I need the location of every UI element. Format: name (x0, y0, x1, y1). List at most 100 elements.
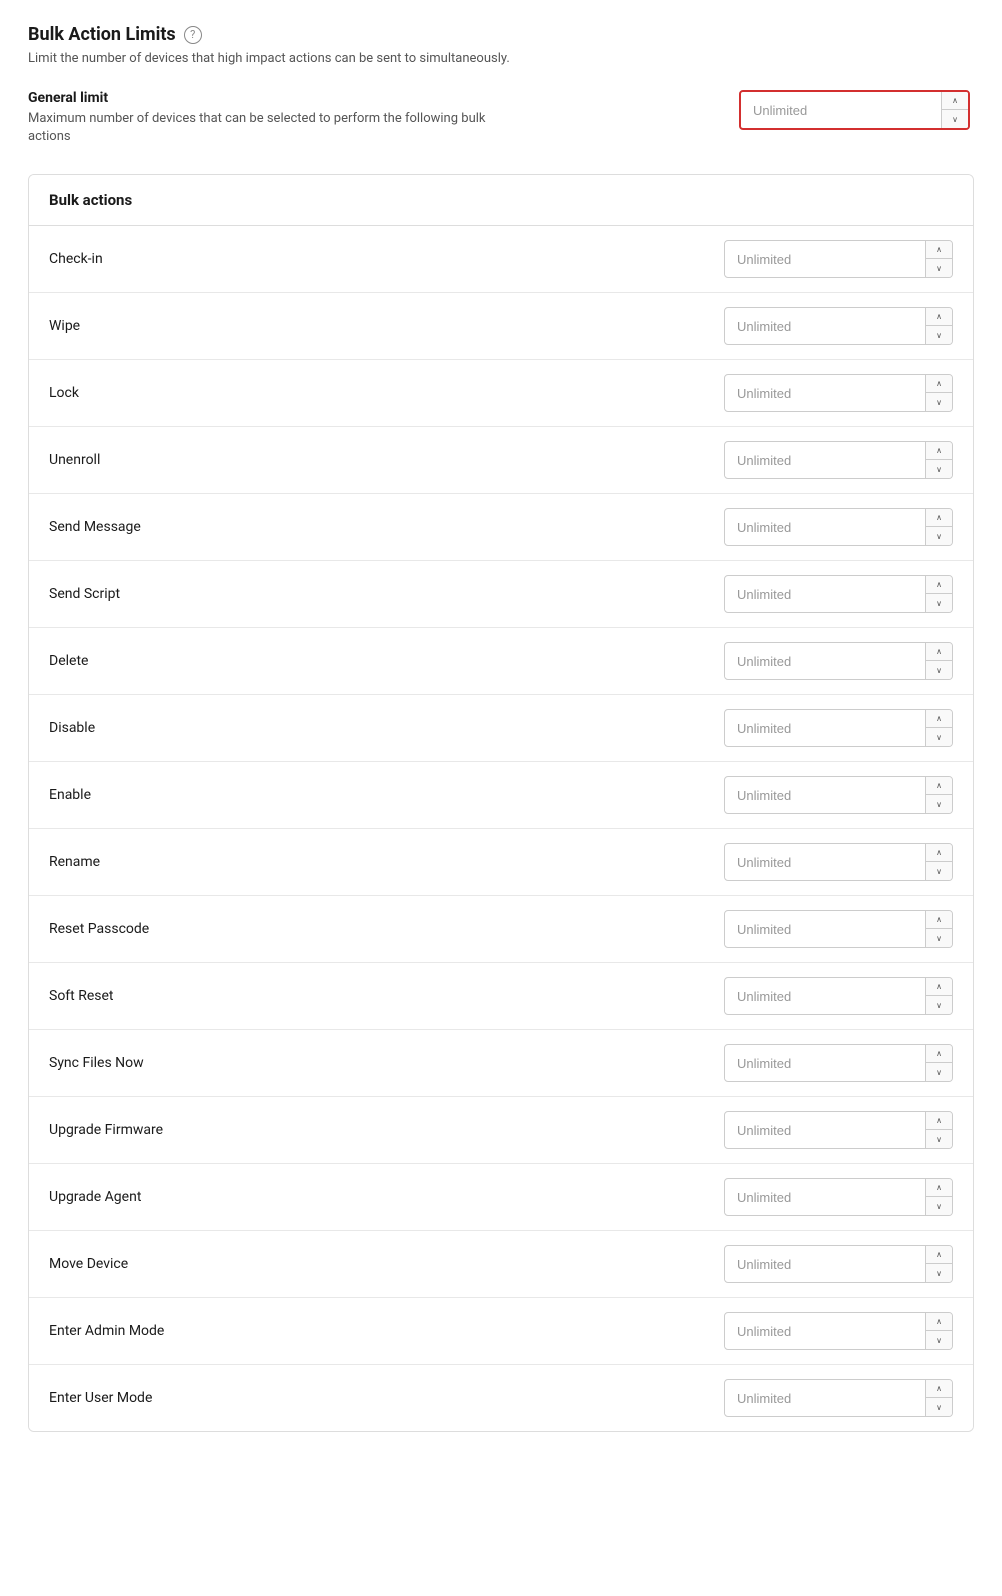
bulk-action-decrement[interactable]: ∨ (926, 795, 952, 813)
bulk-action-arrows: ∧∨ (925, 911, 952, 947)
bulk-action-increment[interactable]: ∧ (926, 1380, 952, 1398)
bulk-action-input[interactable] (725, 1249, 925, 1280)
general-limit-label: General limit (28, 90, 508, 106)
bulk-action-row: Check-in∧∨ (29, 226, 973, 293)
bulk-action-name: Wipe (49, 318, 80, 334)
bulk-action-name: Send Script (49, 586, 120, 602)
bulk-action-arrows: ∧∨ (925, 777, 952, 813)
general-limit-spinner[interactable]: ∧ ∨ (739, 90, 970, 130)
bulk-action-name: Unenroll (49, 452, 100, 468)
bulk-action-arrows: ∧∨ (925, 1045, 952, 1081)
bulk-action-row: Enter Admin Mode ∧∨ (29, 1298, 973, 1365)
bulk-action-spinner[interactable]: ∧∨ (724, 575, 953, 613)
bulk-action-spinner[interactable]: ∧∨ (724, 977, 953, 1015)
bulk-action-spinner[interactable]: ∧∨ (724, 1379, 953, 1417)
bulk-action-increment[interactable]: ∧ (926, 710, 952, 728)
general-limit-increment[interactable]: ∧ (942, 92, 968, 110)
bulk-action-increment[interactable]: ∧ (926, 1246, 952, 1264)
bulk-action-input[interactable] (725, 713, 925, 744)
bulk-action-row: Disable∧∨ (29, 695, 973, 762)
bulk-action-increment[interactable]: ∧ (926, 1045, 952, 1063)
bulk-action-increment[interactable]: ∧ (926, 308, 952, 326)
bulk-action-decrement[interactable]: ∨ (926, 929, 952, 947)
bulk-action-decrement[interactable]: ∨ (926, 594, 952, 612)
bulk-action-increment[interactable]: ∧ (926, 241, 952, 259)
bulk-action-decrement[interactable]: ∨ (926, 661, 952, 679)
bulk-action-spinner[interactable]: ∧∨ (724, 508, 953, 546)
bulk-action-decrement[interactable]: ∨ (926, 1331, 952, 1349)
general-limit-decrement[interactable]: ∨ (942, 110, 968, 128)
bulk-action-spinner[interactable]: ∧∨ (724, 240, 953, 278)
bulk-action-increment[interactable]: ∧ (926, 1313, 952, 1331)
bulk-action-decrement[interactable]: ∨ (926, 1197, 952, 1215)
bulk-action-increment[interactable]: ∧ (926, 442, 952, 460)
bulk-action-decrement[interactable]: ∨ (926, 326, 952, 344)
bulk-action-name: Enter Admin Mode (49, 1323, 164, 1339)
bulk-action-spinner[interactable]: ∧∨ (724, 1312, 953, 1350)
bulk-actions-section: Bulk actions Check-in∧∨Wipe∧∨Lock∧∨Unenr… (28, 174, 974, 1432)
bulk-action-decrement[interactable]: ∨ (926, 393, 952, 411)
bulk-action-spinner[interactable]: ∧∨ (724, 642, 953, 680)
bulk-action-decrement[interactable]: ∨ (926, 527, 952, 545)
bulk-action-increment[interactable]: ∧ (926, 844, 952, 862)
bulk-action-spinner[interactable]: ∧∨ (724, 374, 953, 412)
bulk-action-input[interactable] (725, 311, 925, 342)
bulk-action-increment[interactable]: ∧ (926, 643, 952, 661)
bulk-action-increment[interactable]: ∧ (926, 375, 952, 393)
general-limit-description: Maximum number of devices that can be se… (28, 110, 508, 146)
bulk-action-input[interactable] (725, 512, 925, 543)
bulk-action-decrement[interactable]: ∨ (926, 728, 952, 746)
bulk-action-decrement[interactable]: ∨ (926, 862, 952, 880)
bulk-action-spinner[interactable]: ∧∨ (724, 441, 953, 479)
bulk-action-input[interactable] (725, 1316, 925, 1347)
bulk-action-spinner[interactable]: ∧∨ (724, 1178, 953, 1216)
bulk-action-input[interactable] (725, 378, 925, 409)
bulk-action-increment[interactable]: ∧ (926, 1112, 952, 1130)
bulk-action-decrement[interactable]: ∨ (926, 460, 952, 478)
bulk-action-input[interactable] (725, 981, 925, 1012)
bulk-action-input[interactable] (725, 445, 925, 476)
help-icon[interactable]: ? (184, 26, 202, 44)
bulk-action-input[interactable] (725, 847, 925, 878)
bulk-action-decrement[interactable]: ∨ (926, 1130, 952, 1148)
bulk-action-row: Send Script ∧∨ (29, 561, 973, 628)
bulk-action-increment[interactable]: ∧ (926, 1179, 952, 1197)
bulk-action-input[interactable] (725, 780, 925, 811)
bulk-action-decrement[interactable]: ∨ (926, 1063, 952, 1081)
general-limit-input[interactable] (741, 95, 941, 126)
bulk-action-increment[interactable]: ∧ (926, 911, 952, 929)
bulk-action-input[interactable] (725, 1182, 925, 1213)
bulk-action-increment[interactable]: ∧ (926, 777, 952, 795)
general-limit-arrows: ∧ ∨ (941, 92, 968, 128)
bulk-action-input[interactable] (725, 579, 925, 610)
bulk-action-spinner[interactable]: ∧∨ (724, 843, 953, 881)
bulk-action-decrement[interactable]: ∨ (926, 1398, 952, 1416)
bulk-action-spinner[interactable]: ∧∨ (724, 910, 953, 948)
bulk-action-row: Send Message∧∨ (29, 494, 973, 561)
bulk-action-decrement[interactable]: ∨ (926, 259, 952, 277)
bulk-action-arrows: ∧∨ (925, 710, 952, 746)
bulk-action-decrement[interactable]: ∨ (926, 996, 952, 1014)
bulk-action-input[interactable] (725, 244, 925, 275)
bulk-action-arrows: ∧∨ (925, 1246, 952, 1282)
bulk-action-input[interactable] (725, 646, 925, 677)
bulk-action-spinner[interactable]: ∧∨ (724, 776, 953, 814)
bulk-action-input[interactable] (725, 914, 925, 945)
bulk-action-spinner[interactable]: ∧∨ (724, 307, 953, 345)
bulk-action-spinner[interactable]: ∧∨ (724, 1245, 953, 1283)
bulk-action-input[interactable] (725, 1383, 925, 1414)
bulk-action-input[interactable] (725, 1048, 925, 1079)
bulk-action-decrement[interactable]: ∨ (926, 1264, 952, 1282)
bulk-action-spinner[interactable]: ∧∨ (724, 709, 953, 747)
bulk-action-row: Upgrade Firmware∧∨ (29, 1097, 973, 1164)
bulk-action-arrows: ∧∨ (925, 442, 952, 478)
bulk-action-row: Sync Files Now∧∨ (29, 1030, 973, 1097)
bulk-action-spinner[interactable]: ∧∨ (724, 1111, 953, 1149)
bulk-action-increment[interactable]: ∧ (926, 509, 952, 527)
bulk-action-increment[interactable]: ∧ (926, 978, 952, 996)
bulk-action-input[interactable] (725, 1115, 925, 1146)
bulk-action-spinner[interactable]: ∧∨ (724, 1044, 953, 1082)
bulk-action-increment[interactable]: ∧ (926, 576, 952, 594)
bulk-action-row: Rename∧∨ (29, 829, 973, 896)
bulk-action-arrows: ∧∨ (925, 1313, 952, 1349)
